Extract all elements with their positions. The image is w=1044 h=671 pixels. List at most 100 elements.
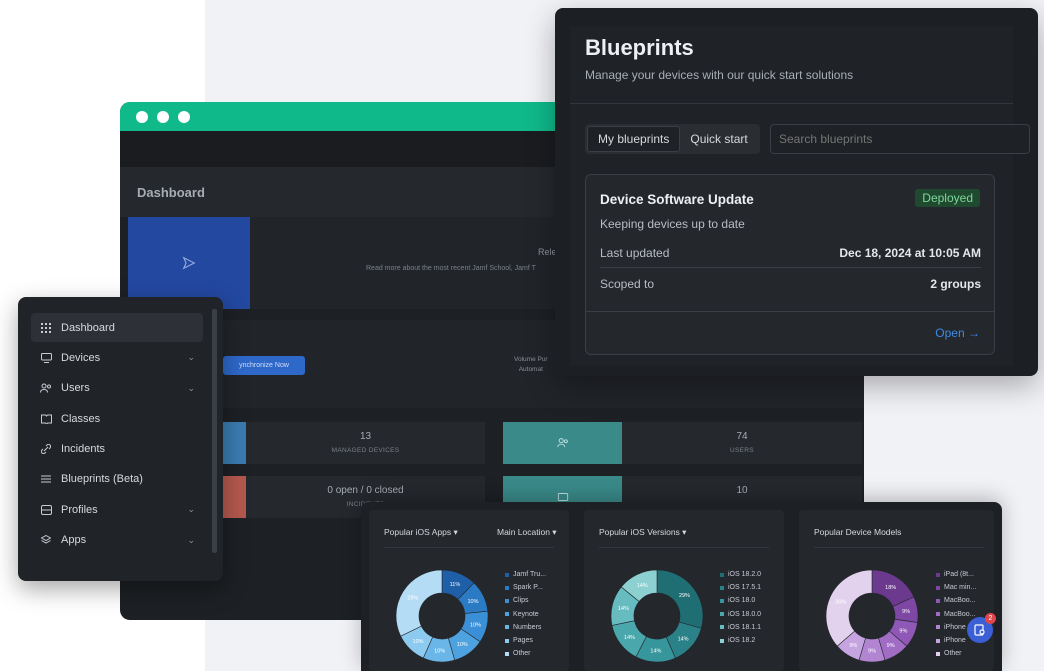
sidebar-item-dashboard[interactable]: Dashboard xyxy=(31,313,203,342)
legend-item[interactable]: Spark P... xyxy=(505,581,546,594)
sidebar-item-blueprints[interactable]: Blueprints (Beta) xyxy=(31,465,203,494)
sidebar-item-classes[interactable]: Classes xyxy=(31,404,203,433)
banner-subtitle: Read more about the most recent Jamf Sch… xyxy=(366,265,536,272)
slice-label: 14% xyxy=(650,648,661,654)
legend-item[interactable]: Jamf Tru... xyxy=(505,568,546,581)
scoped-row: Scoped to 2 groups xyxy=(600,269,981,299)
sidebar-item-devices[interactable]: Devices ⌄ xyxy=(31,343,203,372)
legend-item[interactable]: MacBoo... xyxy=(936,594,978,607)
slice-label: 10% xyxy=(434,648,445,654)
sliders-icon xyxy=(40,473,52,485)
legend-swatch xyxy=(936,599,940,603)
apps-chart-title[interactable]: Popular iOS Apps ▾ xyxy=(384,527,458,538)
legend-swatch xyxy=(936,625,940,630)
legend-label: MacBoo... xyxy=(944,610,976,618)
synchronize-button[interactable]: ynchronize Now xyxy=(223,356,305,375)
legend-item[interactable]: Pages xyxy=(505,634,546,647)
chevron-down-icon[interactable]: ⌄ xyxy=(187,383,195,394)
blueprint-card[interactable]: Device Software Update Deployed Keeping … xyxy=(585,174,995,355)
chevron-down-icon[interactable]: ⌄ xyxy=(187,352,195,363)
open-link[interactable]: Open → xyxy=(935,326,980,340)
legend-label: Other xyxy=(944,650,962,658)
donut-slice[interactable] xyxy=(656,569,704,629)
stat-users[interactable]: 74 USERS xyxy=(622,422,862,464)
blueprints-panel: Blueprints Manage your devices with our … xyxy=(555,8,1038,376)
legend-swatch xyxy=(505,638,509,643)
legend-label: iOS 18.1.1 xyxy=(728,623,762,631)
legend-item[interactable]: iOS 18.0.0 xyxy=(720,608,761,621)
users-stat-icon xyxy=(503,422,622,464)
apps-donut: 11% 10% 10% 10% 10% 10% 29% xyxy=(395,569,489,663)
legend-swatch xyxy=(505,612,509,617)
legend-label: iOS 18.2 xyxy=(728,637,756,645)
stat-value: 10 xyxy=(736,485,748,496)
tab-quick-start[interactable]: Quick start xyxy=(680,126,757,152)
legend-item[interactable]: iPad (8t... xyxy=(936,568,978,581)
legend-item[interactable]: iOS 17.5.1 xyxy=(720,581,761,594)
blueprint-card-description: Keeping devices up to date xyxy=(600,217,745,231)
legend-item[interactable]: Other xyxy=(505,647,546,660)
monitor-icon xyxy=(40,352,52,364)
chevron-down-icon[interactable]: ⌄ xyxy=(187,535,195,546)
legend-swatch xyxy=(936,585,940,590)
slice-label: 10% xyxy=(468,599,479,605)
legend-item[interactable]: Other xyxy=(936,647,978,660)
slice-label: 14% xyxy=(618,606,629,612)
slice-label: 9% xyxy=(887,643,895,649)
ios-versions-card: Popular iOS Versions ▾ 29% 14% 14% 14% 14% 14… xyxy=(584,510,784,671)
legend-label: Other xyxy=(513,650,531,658)
sidebar-item-label: Blueprints (Beta) xyxy=(61,473,143,486)
slice-label: 29% xyxy=(679,593,690,599)
legend-swatch xyxy=(505,625,509,630)
sidebar-scrollbar[interactable] xyxy=(212,309,217,553)
legend-item[interactable]: iOS 18.0 xyxy=(720,594,761,607)
legend-item[interactable]: Mac min... xyxy=(936,581,978,594)
legend-item[interactable]: iOS 18.2 xyxy=(720,634,761,647)
slice-label: 10% xyxy=(413,639,424,645)
donut-slice[interactable] xyxy=(825,569,873,647)
donut-slice[interactable] xyxy=(395,569,443,637)
models-legend: iPad (8t... Mac min... MacBoo... MacBoo... i… xyxy=(936,568,978,660)
chevron-down-icon[interactable]: ⌄ xyxy=(187,504,195,515)
legend-label: Spark P... xyxy=(513,584,543,592)
sidebar-item-apps[interactable]: Apps ⌄ xyxy=(31,526,203,555)
inbox-icon xyxy=(40,504,52,516)
tab-my-blueprints[interactable]: My blueprints xyxy=(587,126,681,152)
legend-swatch xyxy=(720,612,724,617)
slice-label: 29% xyxy=(407,596,418,602)
legend-swatch xyxy=(720,585,724,590)
sidebar-item-users[interactable]: Users ⌄ xyxy=(31,374,203,403)
window-dot[interactable] xyxy=(178,110,190,123)
window-dot[interactable] xyxy=(136,110,148,123)
legend-swatch xyxy=(720,638,724,643)
versions-legend: iOS 18.2.0 iOS 17.5.1 iOS 18.0 iOS 18.0.0 iO… xyxy=(720,568,761,647)
stat-label: USERS xyxy=(730,447,754,454)
legend-label: Numbers xyxy=(513,623,542,631)
legend-item[interactable]: iOS 18.2.0 xyxy=(720,568,761,581)
stat-managed-devices[interactable]: 13 MANAGED DEVICES xyxy=(246,422,485,464)
legend-item[interactable]: Clips xyxy=(505,594,546,607)
window-dot[interactable] xyxy=(157,110,169,123)
sidebar-item-label: Apps xyxy=(61,534,87,547)
legend-swatch xyxy=(505,585,509,590)
sidebar-item-profiles[interactable]: Profiles ⌄ xyxy=(31,495,203,524)
legend-item[interactable]: Keynote xyxy=(505,608,546,621)
vpp-line: Volume Pur xyxy=(514,356,548,363)
search-blueprints-input[interactable] xyxy=(770,124,1030,154)
apps-legend: Jamf Tru... Spark P... Clips Keynote Numbers… xyxy=(505,568,546,660)
send-icon xyxy=(182,256,196,270)
legend-item[interactable]: iOS 18.1.1 xyxy=(720,621,761,634)
legend-swatch xyxy=(936,612,940,617)
stat-label: MANAGED DEVICES xyxy=(331,447,400,454)
legend-swatch xyxy=(505,599,509,603)
banner-title: Rele xyxy=(538,247,557,257)
stat-value: 13 xyxy=(359,431,372,442)
notification-badge: 2 xyxy=(985,613,996,624)
versions-chart-title[interactable]: Popular iOS Versions ▾ xyxy=(599,527,686,538)
vpp-line: Automat xyxy=(518,366,543,373)
location-dropdown[interactable]: Main Location ▾ xyxy=(497,527,557,538)
last-updated-row: Last updated Dec 18, 2024 at 10:05 AM xyxy=(600,238,981,268)
users-icon xyxy=(40,382,52,394)
legend-item[interactable]: Numbers xyxy=(505,621,546,634)
sidebar-item-incidents[interactable]: Incidents xyxy=(31,435,203,464)
